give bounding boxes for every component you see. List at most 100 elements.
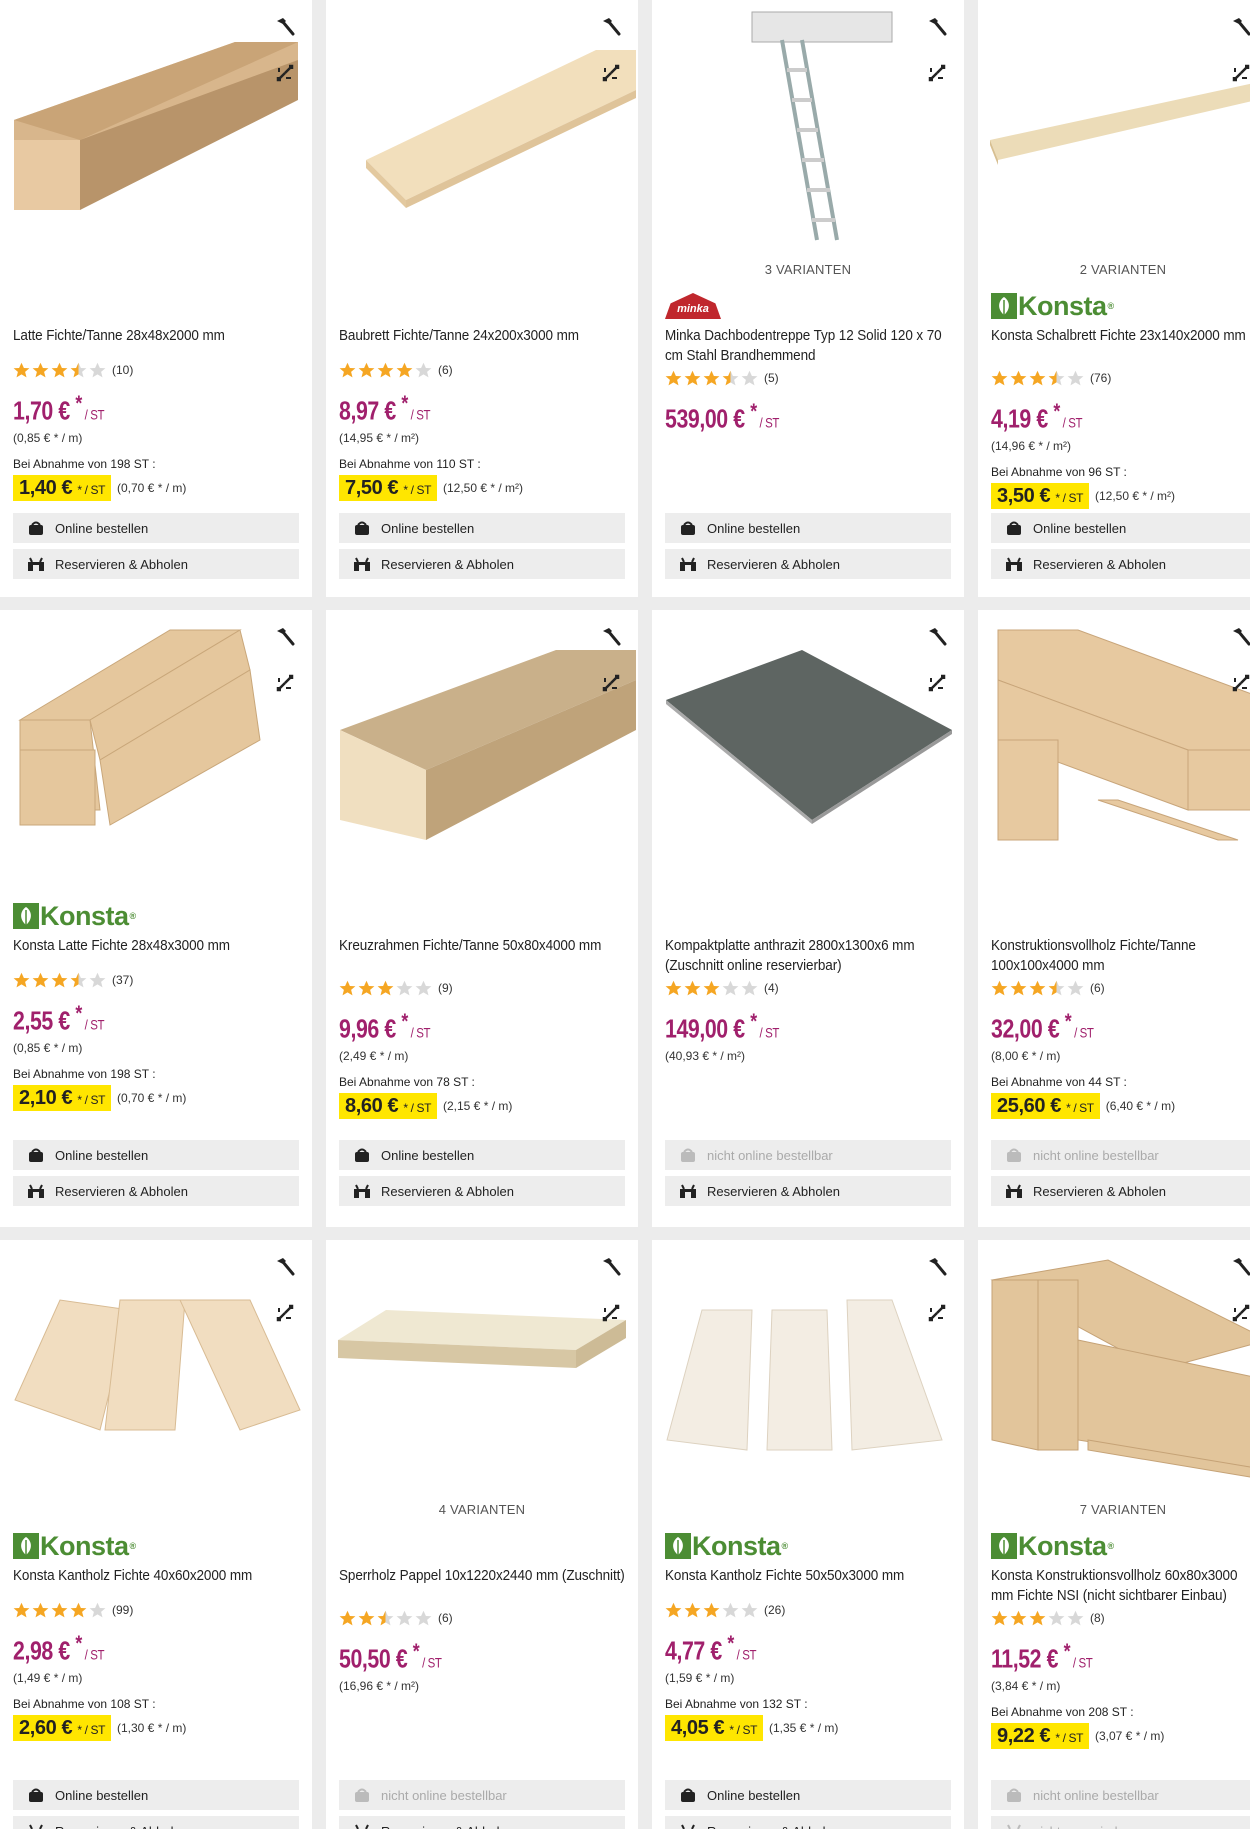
reserve-pickup-button[interactable]: Reservieren & Abholen [665, 549, 951, 579]
rating[interactable]: (9) [339, 978, 626, 998]
variants-label[interactable]: 3 VARIANTEN [652, 262, 964, 277]
hammer-icon[interactable] [274, 1256, 296, 1278]
reserve-pickup-button[interactable]: Reservieren & Abholen [13, 549, 299, 579]
compare-arrows-icon[interactable] [600, 1302, 622, 1324]
reserve-pickup-button[interactable]: nicht reservierbar [991, 1816, 1250, 1829]
product-card[interactable]: 2 VARIANTEN Konsta ® Konsta Schalbrett Fich… [978, 0, 1250, 597]
product-title[interactable]: Konsta Konstruktionsvollholz 60x80x3000 … [991, 1566, 1250, 1606]
compare-arrows-icon[interactable] [274, 62, 296, 84]
reserve-pickup-button[interactable]: Reservieren & Abholen [13, 1176, 299, 1206]
variants-label[interactable]: 4 VARIANTEN [326, 1502, 638, 1517]
compare-arrows-icon[interactable] [600, 62, 622, 84]
compare-arrows-icon[interactable] [1230, 1302, 1250, 1324]
online-order-button[interactable]: Online bestellen [665, 513, 951, 543]
rating[interactable]: (6) [339, 360, 626, 380]
product-title[interactable]: Kreuzrahmen Fichte/Tanne 50x80x4000 mm [339, 936, 626, 976]
product-title[interactable]: Konstruktionsvollholz Fichte/Tanne 100x1… [991, 936, 1250, 976]
product-card[interactable]: Latte Fichte/Tanne 28x48x2000 mm (10) 1,70… [0, 0, 312, 597]
hammer-icon[interactable] [926, 16, 948, 38]
product-image[interactable] [326, 0, 638, 220]
product-image[interactable] [326, 1240, 638, 1460]
reserve-pickup-button[interactable]: Reservieren & Abholen [665, 1816, 951, 1829]
online-order-button[interactable]: nicht online bestellbar [339, 1780, 625, 1810]
online-order-button[interactable]: nicht online bestellbar [991, 1140, 1250, 1170]
product-image[interactable] [652, 0, 964, 241]
product-image[interactable] [326, 610, 638, 840]
online-order-button[interactable]: nicht online bestellbar [991, 1780, 1250, 1810]
hammer-icon[interactable] [600, 626, 622, 648]
product-card[interactable]: Konsta ® Konsta Kantholz Fichte 40x60x2000… [0, 1240, 312, 1829]
online-order-button[interactable]: Online bestellen [991, 513, 1250, 543]
reserve-pickup-button[interactable]: Reservieren & Abholen [339, 1816, 625, 1829]
product-card[interactable]: Baubrett Fichte/Tanne 24x200x3000 mm (6) 8… [326, 0, 638, 597]
product-image[interactable] [652, 1240, 964, 1460]
hammer-icon[interactable] [600, 16, 622, 38]
hammer-icon[interactable] [600, 1256, 622, 1278]
product-image[interactable] [978, 0, 1250, 220]
compare-arrows-icon[interactable] [926, 672, 948, 694]
hammer-icon[interactable] [1230, 16, 1250, 38]
compare-arrows-icon[interactable] [926, 62, 948, 84]
reserve-pickup-button[interactable]: Reservieren & Abholen [665, 1176, 951, 1206]
product-card[interactable]: 3 VARIANTEN minka Minka Dachbodentreppe Ty… [652, 0, 964, 597]
rating[interactable]: (8) [991, 1608, 1250, 1628]
product-title[interactable]: Minka Dachbodentreppe Typ 12 Solid 120 x… [665, 326, 952, 366]
hammer-icon[interactable] [274, 16, 296, 38]
hammer-icon[interactable] [926, 626, 948, 648]
hammer-icon[interactable] [926, 1256, 948, 1278]
reserve-pickup-button[interactable]: Reservieren & Abholen [991, 549, 1250, 579]
rating[interactable]: (99) [13, 1600, 300, 1620]
product-card[interactable]: Kreuzrahmen Fichte/Tanne 50x80x4000 mm (9… [326, 610, 638, 1227]
online-order-button[interactable]: Online bestellen [339, 1140, 625, 1170]
rating[interactable]: (6) [339, 1608, 626, 1628]
reserve-pickup-button[interactable]: Reservieren & Abholen [339, 549, 625, 579]
rating[interactable]: (4) [665, 978, 952, 998]
online-order-button[interactable]: Online bestellen [13, 1140, 299, 1170]
product-card[interactable]: 7 VARIANTEN Konsta ® Konsta Konstruktionsvo… [978, 1240, 1250, 1829]
product-card[interactable]: Kompaktplatte anthrazit 2800x1300x6 mm (… [652, 610, 964, 1227]
product-title[interactable]: Konsta Schalbrett Fichte 23x140x2000 mm [991, 326, 1250, 366]
rating[interactable]: (26) [665, 1600, 952, 1620]
product-image[interactable] [0, 610, 312, 830]
hammer-icon[interactable] [274, 626, 296, 648]
reserve-pickup-button[interactable]: Reservieren & Abholen [991, 1176, 1250, 1206]
product-title[interactable]: Konsta Kantholz Fichte 40x60x2000 mm [13, 1566, 300, 1588]
product-title[interactable]: Latte Fichte/Tanne 28x48x2000 mm [13, 326, 300, 348]
product-card[interactable]: Konsta ® Konsta Latte Fichte 28x48x3000 mm… [0, 610, 312, 1227]
compare-arrows-icon[interactable] [1230, 62, 1250, 84]
product-title[interactable]: Konsta Kantholz Fichte 50x50x3000 mm [665, 1566, 952, 1588]
online-order-button[interactable]: Online bestellen [665, 1780, 951, 1810]
compare-arrows-icon[interactable] [926, 1302, 948, 1324]
online-order-button[interactable]: Online bestellen [13, 1780, 299, 1810]
product-card[interactable]: Konstruktionsvollholz Fichte/Tanne 100x1… [978, 610, 1250, 1227]
product-title[interactable]: Baubrett Fichte/Tanne 24x200x3000 mm [339, 326, 626, 348]
online-order-button[interactable]: Online bestellen [13, 513, 299, 543]
product-card[interactable]: 4 VARIANTEN Sperrholz Pappel 10x1220x2440… [326, 1240, 638, 1829]
product-title[interactable]: Konsta Latte Fichte 28x48x3000 mm [13, 936, 300, 958]
rating[interactable]: (5) [665, 368, 952, 388]
rating[interactable]: (37) [13, 970, 300, 990]
product-image[interactable] [0, 0, 312, 220]
reserve-pickup-button[interactable]: Reservieren & Abholen [13, 1816, 299, 1829]
compare-arrows-icon[interactable] [1230, 672, 1250, 694]
online-order-button[interactable]: Online bestellen [339, 513, 625, 543]
product-image[interactable] [978, 1240, 1250, 1478]
hammer-icon[interactable] [1230, 626, 1250, 648]
hammer-icon[interactable] [1230, 1256, 1250, 1278]
product-image[interactable] [0, 1240, 312, 1460]
rating[interactable]: (10) [13, 360, 300, 380]
reserve-pickup-button[interactable]: Reservieren & Abholen [339, 1176, 625, 1206]
compare-arrows-icon[interactable] [274, 1302, 296, 1324]
product-image[interactable] [652, 610, 964, 830]
rating[interactable]: (76) [991, 368, 1250, 388]
product-card[interactable]: Konsta ® Konsta Kantholz Fichte 50x50x3000… [652, 1240, 964, 1829]
rating[interactable]: (6) [991, 978, 1250, 998]
online-order-button[interactable]: nicht online bestellbar [665, 1140, 951, 1170]
product-image[interactable] [978, 610, 1250, 841]
product-title[interactable]: Kompaktplatte anthrazit 2800x1300x6 mm (… [665, 936, 952, 976]
product-title[interactable]: Sperrholz Pappel 10x1220x2440 mm (Zuschn… [339, 1566, 626, 1606]
variants-label[interactable]: 7 VARIANTEN [978, 1502, 1250, 1517]
compare-arrows-icon[interactable] [600, 672, 622, 694]
compare-arrows-icon[interactable] [274, 672, 296, 694]
variants-label[interactable]: 2 VARIANTEN [978, 262, 1250, 277]
